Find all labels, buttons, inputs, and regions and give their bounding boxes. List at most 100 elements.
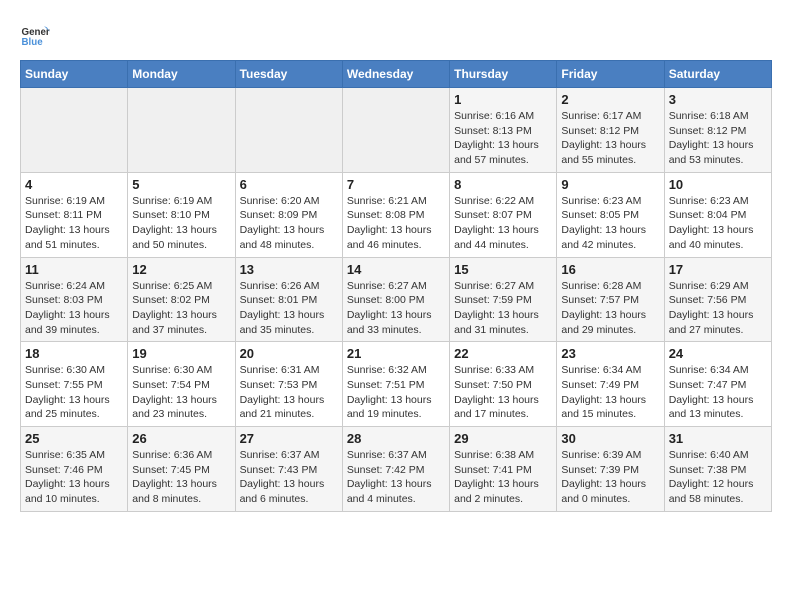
- calendar-day-cell: 10 Sunrise: 6:23 AM Sunset: 8:04 PM Dayli…: [664, 172, 771, 257]
- day-info: Sunrise: 6:33 AM Sunset: 7:50 PM Dayligh…: [454, 363, 552, 422]
- calendar-day-cell: 26 Sunrise: 6:36 AM Sunset: 7:45 PM Dayli…: [128, 427, 235, 512]
- calendar-day-cell: 20 Sunrise: 6:31 AM Sunset: 7:53 PM Dayli…: [235, 342, 342, 427]
- day-number: 14: [347, 262, 445, 277]
- day-number: 13: [240, 262, 338, 277]
- day-info: Sunrise: 6:38 AM Sunset: 7:41 PM Dayligh…: [454, 448, 552, 507]
- day-number: 26: [132, 431, 230, 446]
- day-info: Sunrise: 6:37 AM Sunset: 7:43 PM Dayligh…: [240, 448, 338, 507]
- day-info: Sunrise: 6:23 AM Sunset: 8:05 PM Dayligh…: [561, 194, 659, 253]
- day-info: Sunrise: 6:25 AM Sunset: 8:02 PM Dayligh…: [132, 279, 230, 338]
- day-info: Sunrise: 6:26 AM Sunset: 8:01 PM Dayligh…: [240, 279, 338, 338]
- calendar-day-cell: 25 Sunrise: 6:35 AM Sunset: 7:46 PM Dayli…: [21, 427, 128, 512]
- calendar-day-cell: 5 Sunrise: 6:19 AM Sunset: 8:10 PM Daylig…: [128, 172, 235, 257]
- day-info: Sunrise: 6:37 AM Sunset: 7:42 PM Dayligh…: [347, 448, 445, 507]
- calendar-day-cell: 18 Sunrise: 6:30 AM Sunset: 7:55 PM Dayli…: [21, 342, 128, 427]
- day-number: 19: [132, 346, 230, 361]
- day-number: 22: [454, 346, 552, 361]
- calendar-body: 1 Sunrise: 6:16 AM Sunset: 8:13 PM Daylig…: [21, 88, 772, 512]
- day-number: 3: [669, 92, 767, 107]
- calendar-day-cell: 19 Sunrise: 6:30 AM Sunset: 7:54 PM Dayli…: [128, 342, 235, 427]
- day-info: Sunrise: 6:16 AM Sunset: 8:13 PM Dayligh…: [454, 109, 552, 168]
- day-number: 30: [561, 431, 659, 446]
- day-number: 28: [347, 431, 445, 446]
- day-info: Sunrise: 6:31 AM Sunset: 7:53 PM Dayligh…: [240, 363, 338, 422]
- page-header: General Blue: [20, 20, 772, 50]
- day-info: Sunrise: 6:28 AM Sunset: 7:57 PM Dayligh…: [561, 279, 659, 338]
- day-info: Sunrise: 6:19 AM Sunset: 8:10 PM Dayligh…: [132, 194, 230, 253]
- calendar-day-cell: 31Sunrise: 6:40 AM Sunset: 7:38 PM Dayli…: [664, 427, 771, 512]
- calendar-table: SundayMondayTuesdayWednesdayThursdayFrid…: [20, 60, 772, 512]
- calendar-day-cell: [21, 88, 128, 173]
- day-number: 1: [454, 92, 552, 107]
- day-info: Sunrise: 6:39 AM Sunset: 7:39 PM Dayligh…: [561, 448, 659, 507]
- calendar-day-cell: 24 Sunrise: 6:34 AM Sunset: 7:47 PM Dayli…: [664, 342, 771, 427]
- calendar-day-cell: 2 Sunrise: 6:17 AM Sunset: 8:12 PM Daylig…: [557, 88, 664, 173]
- weekday-header: Friday: [557, 61, 664, 88]
- calendar-day-cell: 1 Sunrise: 6:16 AM Sunset: 8:13 PM Daylig…: [450, 88, 557, 173]
- day-info: Sunrise: 6:22 AM Sunset: 8:07 PM Dayligh…: [454, 194, 552, 253]
- calendar-day-cell: 14 Sunrise: 6:27 AM Sunset: 8:00 PM Dayli…: [342, 257, 449, 342]
- day-number: 12: [132, 262, 230, 277]
- calendar-day-cell: 16 Sunrise: 6:28 AM Sunset: 7:57 PM Dayli…: [557, 257, 664, 342]
- weekday-header: Sunday: [21, 61, 128, 88]
- calendar-day-cell: 29 Sunrise: 6:38 AM Sunset: 7:41 PM Dayli…: [450, 427, 557, 512]
- logo: General Blue: [20, 20, 50, 50]
- calendar-week-row: 4 Sunrise: 6:19 AM Sunset: 8:11 PM Daylig…: [21, 172, 772, 257]
- day-number: 23: [561, 346, 659, 361]
- day-info: Sunrise: 6:17 AM Sunset: 8:12 PM Dayligh…: [561, 109, 659, 168]
- day-number: 16: [561, 262, 659, 277]
- day-info: Sunrise: 6:18 AM Sunset: 8:12 PM Dayligh…: [669, 109, 767, 168]
- calendar-day-cell: 15Sunrise: 6:27 AM Sunset: 7:59 PM Dayli…: [450, 257, 557, 342]
- day-number: 18: [25, 346, 123, 361]
- day-info: Sunrise: 6:34 AM Sunset: 7:47 PM Dayligh…: [669, 363, 767, 422]
- weekday-header: Wednesday: [342, 61, 449, 88]
- day-number: 7: [347, 177, 445, 192]
- day-info: Sunrise: 6:30 AM Sunset: 7:54 PM Dayligh…: [132, 363, 230, 422]
- weekday-header: Thursday: [450, 61, 557, 88]
- calendar-day-cell: 27 Sunrise: 6:37 AM Sunset: 7:43 PM Dayli…: [235, 427, 342, 512]
- calendar-day-cell: [235, 88, 342, 173]
- calendar-day-cell: 6 Sunrise: 6:20 AM Sunset: 8:09 PM Daylig…: [235, 172, 342, 257]
- day-info: Sunrise: 6:35 AM Sunset: 7:46 PM Dayligh…: [25, 448, 123, 507]
- day-number: 9: [561, 177, 659, 192]
- calendar-week-row: 11Sunrise: 6:24 AM Sunset: 8:03 PM Dayli…: [21, 257, 772, 342]
- logo-icon: General Blue: [20, 20, 50, 50]
- day-info: Sunrise: 6:36 AM Sunset: 7:45 PM Dayligh…: [132, 448, 230, 507]
- weekday-header: Tuesday: [235, 61, 342, 88]
- day-info: Sunrise: 6:34 AM Sunset: 7:49 PM Dayligh…: [561, 363, 659, 422]
- day-info: Sunrise: 6:19 AM Sunset: 8:11 PM Dayligh…: [25, 194, 123, 253]
- calendar-day-cell: 28 Sunrise: 6:37 AM Sunset: 7:42 PM Dayli…: [342, 427, 449, 512]
- calendar-week-row: 1 Sunrise: 6:16 AM Sunset: 8:13 PM Daylig…: [21, 88, 772, 173]
- day-number: 29: [454, 431, 552, 446]
- day-number: 5: [132, 177, 230, 192]
- calendar-week-row: 25 Sunrise: 6:35 AM Sunset: 7:46 PM Dayli…: [21, 427, 772, 512]
- day-info: Sunrise: 6:40 AM Sunset: 7:38 PM Dayligh…: [669, 448, 767, 507]
- day-info: Sunrise: 6:27 AM Sunset: 8:00 PM Dayligh…: [347, 279, 445, 338]
- day-info: Sunrise: 6:30 AM Sunset: 7:55 PM Dayligh…: [25, 363, 123, 422]
- day-number: 17: [669, 262, 767, 277]
- calendar-day-cell: 4 Sunrise: 6:19 AM Sunset: 8:11 PM Daylig…: [21, 172, 128, 257]
- day-number: 21: [347, 346, 445, 361]
- calendar-day-cell: 12 Sunrise: 6:25 AM Sunset: 8:02 PM Dayli…: [128, 257, 235, 342]
- day-number: 6: [240, 177, 338, 192]
- day-number: 11: [25, 262, 123, 277]
- calendar-header-row: SundayMondayTuesdayWednesdayThursdayFrid…: [21, 61, 772, 88]
- calendar-day-cell: [342, 88, 449, 173]
- day-number: 24: [669, 346, 767, 361]
- day-info: Sunrise: 6:20 AM Sunset: 8:09 PM Dayligh…: [240, 194, 338, 253]
- calendar-day-cell: 11Sunrise: 6:24 AM Sunset: 8:03 PM Dayli…: [21, 257, 128, 342]
- weekday-header: Monday: [128, 61, 235, 88]
- calendar-day-cell: [128, 88, 235, 173]
- day-info: Sunrise: 6:23 AM Sunset: 8:04 PM Dayligh…: [669, 194, 767, 253]
- calendar-day-cell: 21Sunrise: 6:32 AM Sunset: 7:51 PM Dayli…: [342, 342, 449, 427]
- calendar-week-row: 18 Sunrise: 6:30 AM Sunset: 7:55 PM Dayli…: [21, 342, 772, 427]
- calendar-day-cell: 3 Sunrise: 6:18 AM Sunset: 8:12 PM Daylig…: [664, 88, 771, 173]
- day-number: 10: [669, 177, 767, 192]
- day-number: 20: [240, 346, 338, 361]
- day-number: 27: [240, 431, 338, 446]
- calendar-day-cell: 9 Sunrise: 6:23 AM Sunset: 8:05 PM Daylig…: [557, 172, 664, 257]
- day-number: 25: [25, 431, 123, 446]
- day-number: 4: [25, 177, 123, 192]
- day-number: 2: [561, 92, 659, 107]
- calendar-day-cell: 8Sunrise: 6:22 AM Sunset: 8:07 PM Daylig…: [450, 172, 557, 257]
